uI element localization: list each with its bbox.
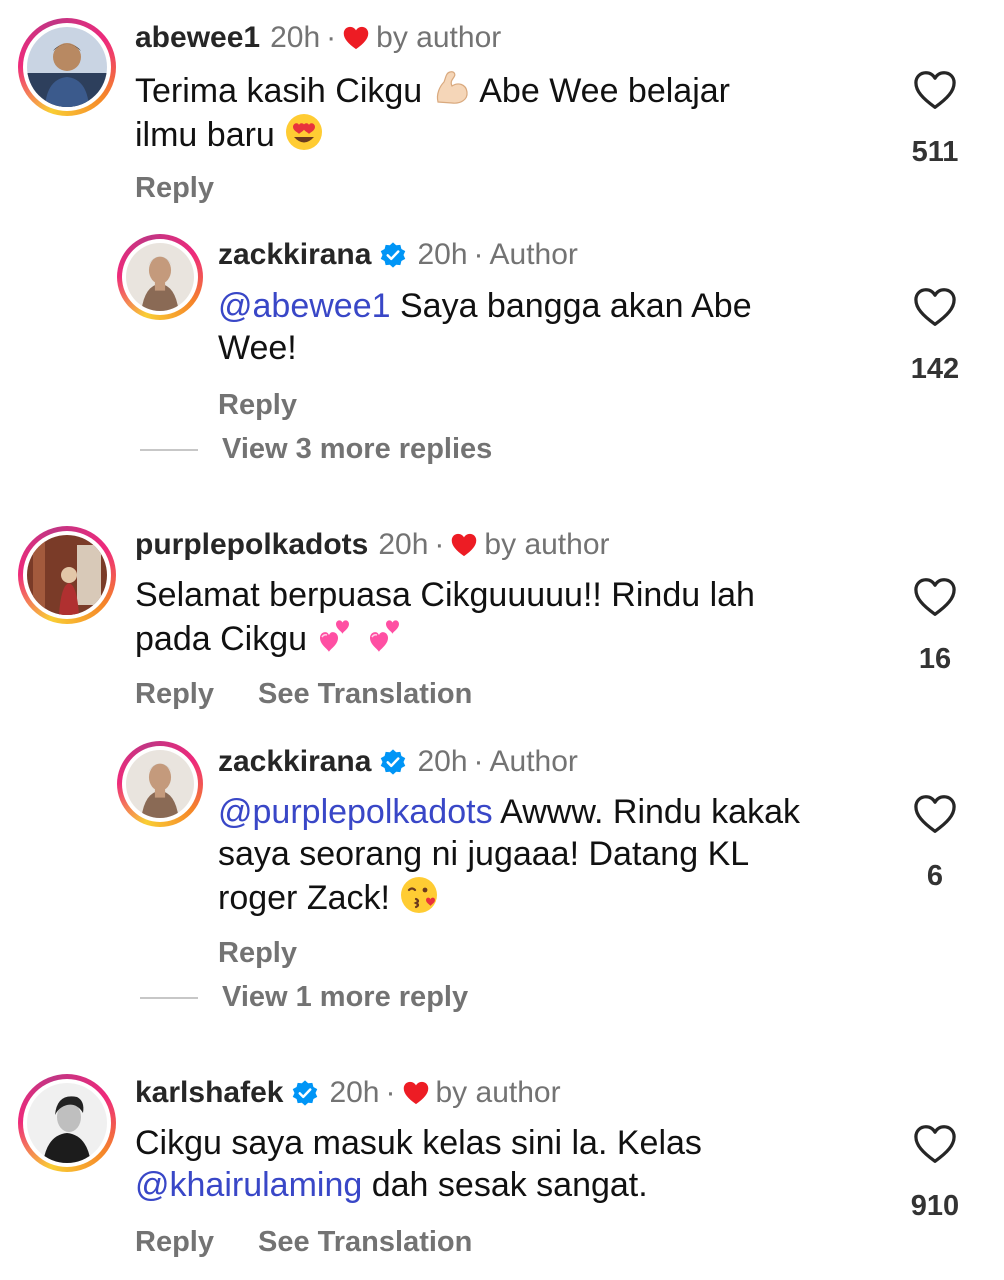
avatar[interactable] <box>117 234 203 320</box>
timestamp: 20h <box>270 21 321 54</box>
heart-outline-icon[interactable] <box>913 287 957 327</box>
reply-button[interactable]: Reply <box>218 389 297 422</box>
timestamp: 20h <box>378 528 429 561</box>
separator: · <box>473 745 484 778</box>
profile-photo <box>27 1083 107 1163</box>
mention-link[interactable]: @khairulaming <box>135 1166 362 1204</box>
face-blowing-kiss-emoji-icon <box>399 875 439 915</box>
view-more-replies[interactable]: View 1 more reply <box>140 981 468 1014</box>
heart-outline-icon[interactable] <box>913 1124 957 1164</box>
heart-outline-icon[interactable] <box>913 794 957 834</box>
profile-photo <box>126 750 194 818</box>
view-more-replies[interactable]: View 3 more replies <box>140 433 492 466</box>
author-label: Author <box>489 238 578 271</box>
separator: · <box>326 21 337 54</box>
like-count[interactable]: 511 <box>895 136 975 169</box>
avatar[interactable] <box>18 1074 116 1172</box>
like-column: 16 <box>895 577 975 676</box>
avatar[interactable] <box>117 741 203 827</box>
verified-badge-icon <box>379 748 407 776</box>
two-hearts-emoji-icon <box>366 616 406 656</box>
username[interactable]: purplepolkadots <box>135 527 368 563</box>
comment-text: @abewee1 Saya bangga akan Abe Wee! <box>218 287 752 367</box>
reply-button[interactable]: Reply <box>135 172 214 205</box>
comment-actions: Reply <box>218 937 297 970</box>
heart-outline-icon[interactable] <box>913 577 957 617</box>
reply-button[interactable]: Reply <box>218 937 297 970</box>
liked-by-author-label: by author <box>435 1076 561 1109</box>
liked-by-author-label: by author <box>484 528 610 561</box>
reply-button[interactable]: Reply <box>135 678 214 711</box>
divider-line <box>140 448 198 451</box>
separator: · <box>385 1076 396 1109</box>
verified-badge-icon <box>379 241 407 269</box>
username[interactable]: zackkirana <box>218 744 371 780</box>
heart-outline-icon[interactable] <box>913 70 957 110</box>
heart-filled-icon <box>402 1080 430 1106</box>
comment-text: @purplepolkadots Awww. Rindu kakak saya … <box>218 793 800 917</box>
see-translation-button[interactable]: See Translation <box>258 1226 472 1259</box>
timestamp: 20h <box>417 238 468 271</box>
username[interactable]: abewee1 <box>135 20 260 56</box>
comment-text: Terima kasih Cikgu Abe Wee belajar ilmu … <box>135 68 730 156</box>
like-column: 910 <box>895 1124 975 1223</box>
comment-actions: Reply See Translation <box>135 678 472 711</box>
avatar[interactable] <box>18 526 116 624</box>
mention-link[interactable]: @abewee1 <box>218 287 391 325</box>
separator: · <box>434 528 445 561</box>
username[interactable]: zackkirana <box>218 237 371 273</box>
view-more-label[interactable]: View 3 more replies <box>222 433 492 466</box>
comment-actions: Reply <box>218 389 297 422</box>
heart-filled-icon <box>450 532 478 558</box>
profile-photo <box>126 243 194 311</box>
reply-button[interactable]: Reply <box>135 1226 214 1259</box>
two-hearts-emoji-icon <box>316 616 356 656</box>
comment-header: purplepolkadots 20h · by author <box>135 527 610 563</box>
like-count[interactable]: 6 <box>895 860 975 893</box>
comment-header: zackkirana 20h · Author <box>218 744 578 780</box>
comment-header: zackkirana 20h · Author <box>218 237 578 273</box>
heart-filled-icon <box>342 25 370 51</box>
username[interactable]: karlshafek <box>135 1075 283 1111</box>
like-count[interactable]: 142 <box>895 353 975 386</box>
see-translation-button[interactable]: See Translation <box>258 678 472 711</box>
like-count[interactable]: 910 <box>895 1190 975 1223</box>
comment-header: abewee1 20h · by author <box>135 20 501 56</box>
like-column: 6 <box>895 794 975 893</box>
view-more-label[interactable]: View 1 more reply <box>222 981 468 1014</box>
avatar[interactable] <box>18 18 116 116</box>
comment-actions: Reply <box>135 172 214 205</box>
like-column: 142 <box>895 287 975 386</box>
heart-eyes-emoji-icon <box>284 112 324 152</box>
like-count[interactable]: 16 <box>895 643 975 676</box>
verified-badge-icon <box>291 1079 319 1107</box>
timestamp: 20h <box>329 1076 380 1109</box>
comment-text: Selamat berpuasa Cikguuuuu!! Rindu lah p… <box>135 576 755 658</box>
author-label: Author <box>489 745 578 778</box>
comment-actions: Reply See Translation <box>135 1226 472 1259</box>
separator: · <box>473 238 484 271</box>
mention-link[interactable]: @purplepolkadots <box>218 793 493 831</box>
profile-photo <box>27 27 107 107</box>
flexed-biceps-emoji-icon <box>432 68 472 108</box>
comment-header: karlshafek 20h · by author <box>135 1075 561 1111</box>
like-column: 511 <box>895 70 975 169</box>
liked-by-author-label: by author <box>376 21 502 54</box>
timestamp: 20h <box>417 745 468 778</box>
profile-photo <box>27 535 107 615</box>
divider-line <box>140 996 198 999</box>
comment-text: Cikgu saya masuk kelas sini la. Kelas @k… <box>135 1124 702 1204</box>
